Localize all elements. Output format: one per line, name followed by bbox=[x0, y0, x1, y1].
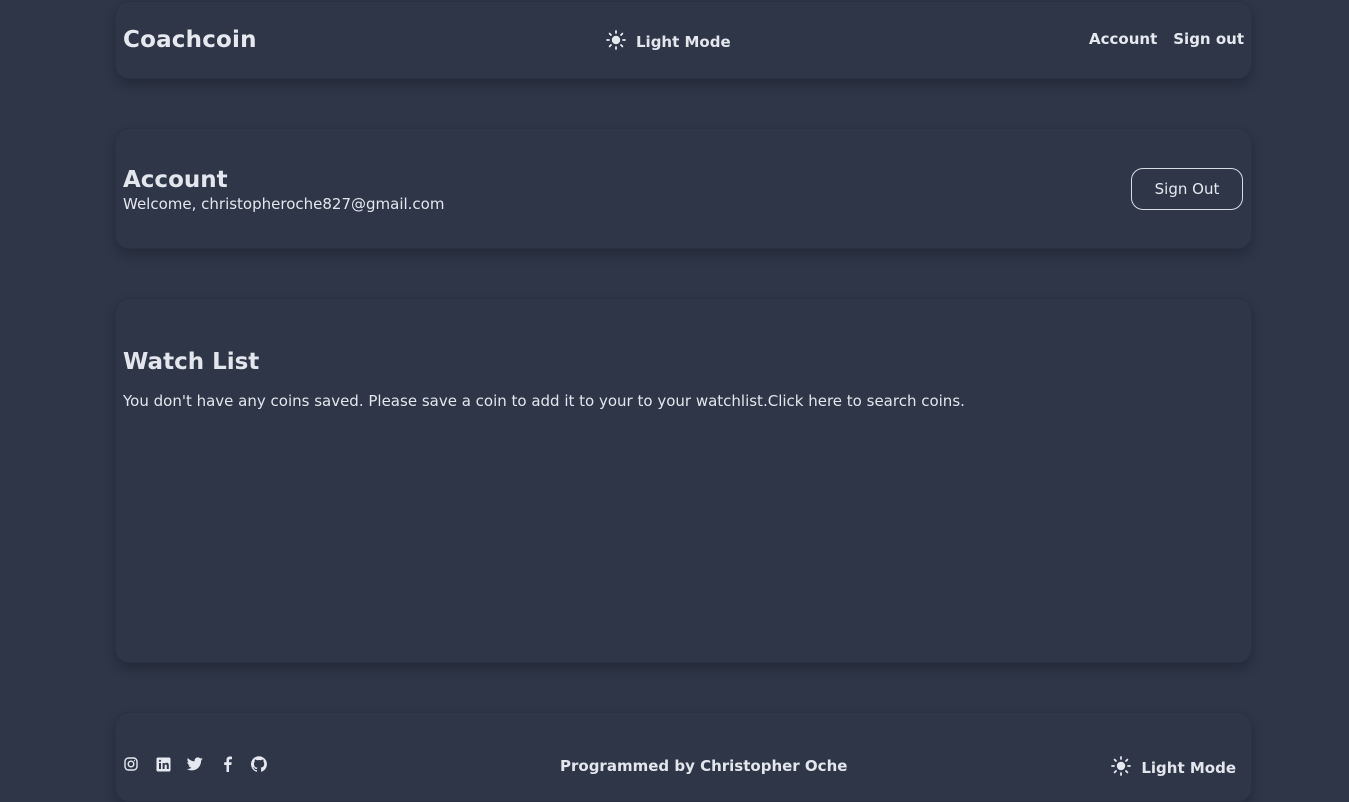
watchlist-title: Watch List bbox=[123, 349, 260, 375]
github-icon[interactable] bbox=[251, 756, 267, 772]
footer: Programmed by Christopher Oche Light Mod… bbox=[115, 712, 1252, 802]
facebook-icon[interactable] bbox=[219, 756, 235, 772]
theme-toggle-label: Light Mode bbox=[636, 33, 731, 51]
navbar: Coachcoin Light Mode Account Sign out bbox=[115, 1, 1252, 79]
theme-toggle[interactable]: Light Mode bbox=[606, 30, 731, 54]
watchlist-message-text: You don't have any coins saved. Please s… bbox=[123, 392, 768, 410]
account-title: Account bbox=[123, 167, 228, 193]
nav-links: Account Sign out bbox=[1089, 30, 1244, 48]
nav-signout-link[interactable]: Sign out bbox=[1173, 30, 1244, 48]
nav-account-link[interactable]: Account bbox=[1089, 30, 1157, 48]
instagram-icon[interactable] bbox=[123, 756, 139, 772]
brand-logo[interactable]: Coachcoin bbox=[123, 27, 257, 53]
watchlist-card: Watch List You don't have any coins save… bbox=[115, 298, 1252, 663]
footer-theme-label: Light Mode bbox=[1141, 759, 1236, 777]
watchlist-empty-message: You don't have any coins saved. Please s… bbox=[123, 392, 1244, 410]
account-card: Account Welcome, christopheroche827@gmai… bbox=[115, 128, 1252, 249]
sun-icon bbox=[1111, 756, 1132, 780]
footer-theme-toggle[interactable]: Light Mode bbox=[1111, 756, 1236, 780]
search-coins-link[interactable]: Click here to search coins. bbox=[768, 392, 965, 410]
sign-out-button[interactable]: Sign Out bbox=[1131, 168, 1243, 210]
linkedin-icon[interactable] bbox=[155, 756, 171, 772]
sun-icon bbox=[606, 30, 626, 54]
twitter-icon[interactable] bbox=[187, 756, 203, 772]
welcome-text: Welcome, christopheroche827@gmail.com bbox=[123, 195, 445, 213]
footer-credit: Programmed by Christopher Oche bbox=[560, 757, 848, 775]
social-links bbox=[123, 756, 267, 772]
